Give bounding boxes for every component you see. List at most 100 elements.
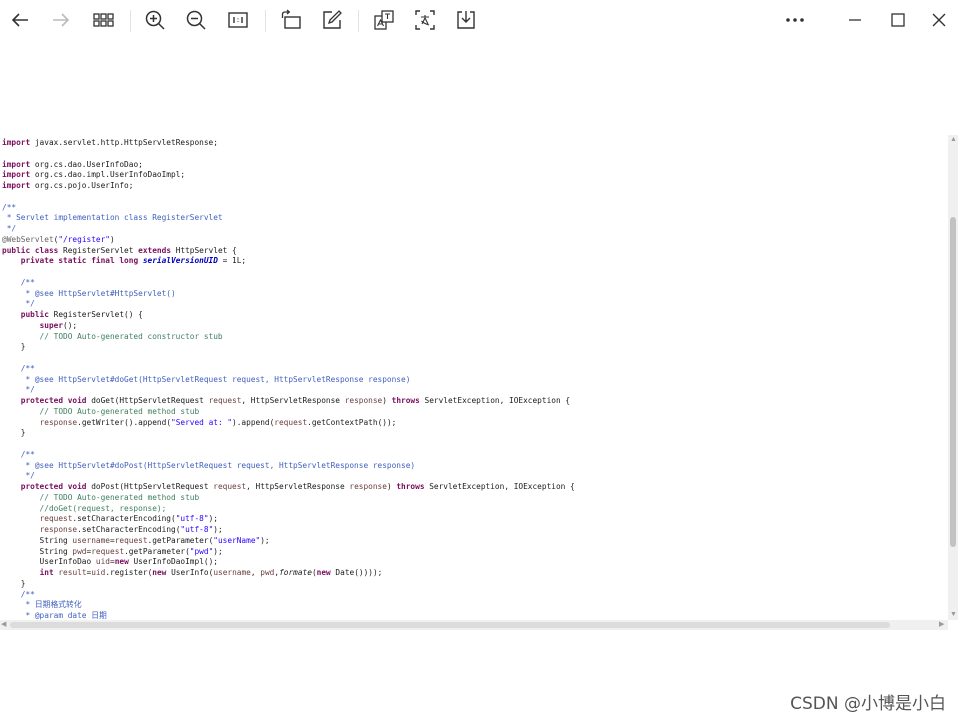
actual-size-button[interactable] [223, 5, 253, 35]
ocr-text-button[interactable] [410, 5, 440, 35]
code-line: protected void doGet(HttpServletRequest … [2, 395, 570, 406]
code-token: uid [95, 557, 110, 567]
toolbar-divider [358, 10, 359, 32]
code-line: import org.cs.pojo.UserInfo; [2, 180, 133, 191]
horizontal-scrollbar-thumb[interactable] [10, 622, 890, 628]
code-token: pwd [260, 568, 275, 577]
thumbnails-button[interactable] [88, 5, 118, 35]
back-button[interactable] [5, 5, 35, 35]
code-token: /** [2, 202, 17, 212]
code-token: Date()))); [330, 568, 383, 577]
scroll-down-arrow-icon[interactable]: ▼ [950, 610, 957, 620]
code-token: */ [2, 299, 35, 309]
code-token: } [2, 342, 26, 352]
code-token: throws [396, 482, 425, 491]
code-token: ).append( [232, 417, 275, 427]
code-line: /** [2, 589, 35, 600]
code-token: , HttpServletResponse [246, 482, 350, 491]
code-token: extends [138, 245, 172, 255]
code-line: * @param date 日期 [2, 610, 107, 620]
code-token: protected void [20, 482, 87, 491]
code-line: private static final long serialVersionU… [2, 255, 246, 266]
code-token: import [2, 138, 31, 147]
code-token: // TODO Auto-generated constructor stub [2, 331, 223, 341]
code-line: */ [2, 384, 35, 395]
edit-button[interactable] [317, 5, 347, 35]
forward-button[interactable] [46, 5, 76, 35]
code-token: * @param date 日期 [2, 611, 107, 620]
code-token: response [349, 482, 387, 491]
vertical-scrollbar-thumb[interactable] [950, 217, 956, 547]
horizontal-scrollbar[interactable]: ◀ ▶ [0, 620, 948, 630]
zoom-out-icon [186, 10, 206, 30]
code-token: "userName" [213, 535, 261, 545]
zoom-in-icon [145, 10, 165, 30]
code-token: ) [109, 234, 115, 244]
translate-icon [374, 10, 394, 30]
code-line: protected void doPost(HttpServletRequest… [2, 481, 575, 492]
code-token: "Served at: " [171, 417, 233, 427]
code-token: ); [260, 535, 270, 545]
scroll-left-arrow-icon[interactable]: ◀ [1, 620, 6, 630]
minimize-button[interactable] [840, 5, 870, 35]
code-token: RegisterServlet [58, 245, 139, 255]
code-line: // TODO Auto-generated method stub [2, 492, 200, 503]
code-token: formate [279, 568, 312, 577]
code-token: */ [2, 385, 35, 395]
code-token: "utf-8" [175, 514, 209, 524]
code-token: int [39, 568, 54, 577]
code-line: // TODO Auto-generated method stub [2, 406, 200, 417]
code-token: .setCharacterEncoding( [77, 525, 181, 534]
toolbar-divider [265, 10, 266, 32]
code-token: } [2, 428, 26, 438]
code-token: request [208, 396, 242, 405]
code-token: username [213, 568, 251, 577]
code-line: /** [2, 449, 35, 460]
more-button[interactable] [780, 5, 810, 35]
maximize-button[interactable] [883, 5, 913, 35]
code-line: } [2, 427, 26, 438]
code-token: new [316, 568, 331, 577]
code-token: response [344, 396, 383, 405]
code-token: String [2, 546, 73, 556]
scroll-right-arrow-icon[interactable]: ▶ [939, 620, 944, 630]
code-token: /** [2, 277, 35, 287]
ocr-text-icon [415, 10, 435, 30]
close-button[interactable] [924, 5, 954, 35]
maximize-icon [891, 13, 905, 27]
vertical-scrollbar[interactable]: ▲ ▼ [948, 135, 958, 620]
translate-button[interactable] [369, 5, 399, 35]
code-token: (); [63, 320, 78, 330]
scroll-up-arrow-icon[interactable]: ▲ [950, 135, 957, 145]
code-token: doGet(HttpServletRequest [86, 396, 209, 405]
close-icon [932, 13, 946, 27]
save-button[interactable] [451, 5, 481, 35]
code-line: @WebServlet("/register") [2, 234, 115, 245]
edit-icon [323, 10, 342, 29]
viewer-toolbar [0, 0, 960, 42]
code-token: /** [2, 449, 35, 459]
code-token: ServletException, IOException { [419, 396, 571, 405]
code-token: super [39, 320, 64, 330]
code-line: */ [2, 470, 34, 481]
code-token: /** [2, 589, 35, 599]
code-line: response.getWriter().append("Served at: … [2, 417, 397, 428]
code-line: * @see HttpServlet#doPost(HttpServletReq… [2, 460, 415, 471]
code-token: UserInfo( [166, 568, 214, 577]
code-token: .getContextPath()); [307, 417, 397, 427]
code-token: .getParameter( [124, 546, 190, 556]
code-line: import org.cs.dao.impl.UserInfoDaoImpl; [2, 169, 185, 180]
zoom-in-button[interactable] [140, 5, 170, 35]
code-token: ) [382, 396, 392, 405]
zoom-out-button[interactable] [181, 5, 211, 35]
code-token: protected void [20, 396, 87, 405]
code-line: /** [2, 277, 35, 288]
code-token: response [39, 417, 78, 427]
code-token: new [152, 568, 167, 577]
actual-size-icon [228, 12, 248, 28]
rotate-button[interactable] [276, 5, 306, 35]
